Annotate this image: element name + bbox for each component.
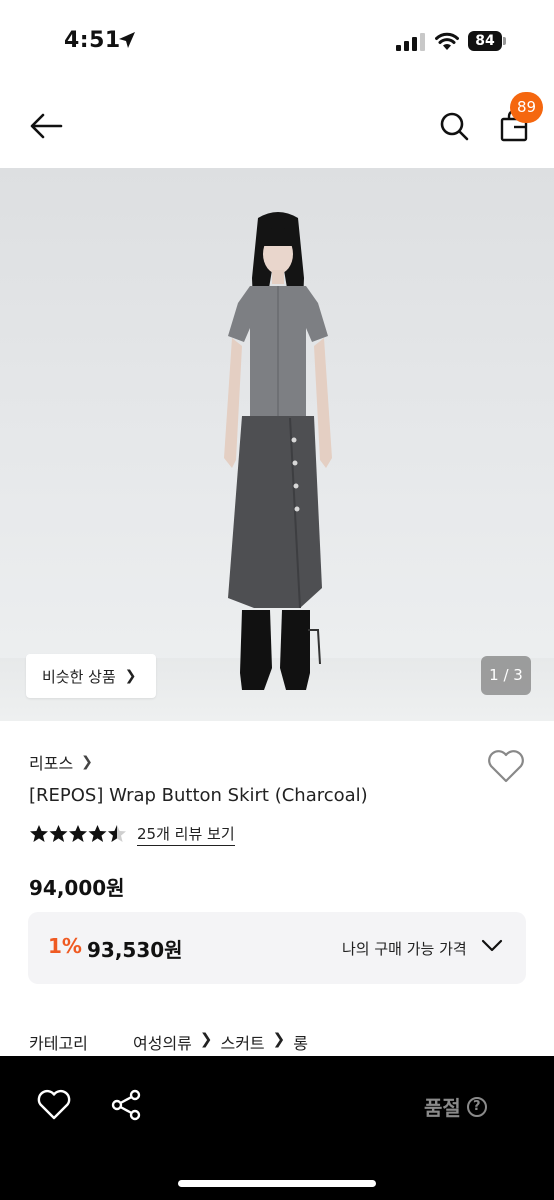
similar-products-label: 비슷한 상품 [42,667,116,686]
top-nav [0,84,554,168]
wifi-icon [435,32,459,50]
my-price-label: 나의 구매 가능 가격 [342,940,467,958]
category-label: 카테고리 [29,1034,88,1053]
chevron-right-icon: ❯ [81,754,93,770]
chevron-right-icon: ❯ [124,668,137,684]
category-item[interactable]: 스커트 [220,1030,264,1054]
image-page-indicator: 1 / 3 [481,656,531,695]
search-button[interactable] [434,104,474,148]
product-title: [REPOS] Wrap Button Skirt (Charcoal) [29,785,368,806]
bottom-wishlist-button[interactable] [36,1088,72,1122]
cellular-signal-icon [396,33,425,51]
heart-icon [488,750,524,783]
status-bar: 4:51 84 [0,0,554,84]
share-button[interactable] [108,1087,144,1123]
help-icon[interactable]: ? [466,1096,487,1117]
wishlist-button[interactable] [486,748,526,784]
back-arrow-icon [30,113,63,139]
star-rating-icon [30,825,126,842]
similar-products-button[interactable]: 비슷한 상품 ❯ [26,654,156,698]
heart-icon [37,1089,71,1120]
my-price-box[interactable]: 1% 93,530원 나의 구매 가능 가격 [28,912,526,984]
product-price: 94,000원 [29,876,125,900]
chevron-right-icon: ❯ [272,1030,286,1048]
battery-level: 84 [468,31,502,51]
rating-row: 25개 리뷰 보기 [29,823,235,846]
cart-count-badge: 89 [510,92,543,123]
search-icon [440,112,469,141]
brand-link[interactable]: 리포스 ❯ [29,750,93,774]
category-item[interactable]: 롱 [293,1030,308,1054]
category-row: 카테고리 여성의류 ❯ 스커트 ❯ 롱 [29,1030,308,1054]
model-figure [224,212,332,690]
discount-percent: 1% [48,934,82,958]
sold-out-label: 품절 [424,1096,461,1120]
share-icon [111,1089,141,1121]
bottom-action-bar: 품절 ? [0,1056,554,1200]
chevron-right-icon: ❯ [199,1030,213,1048]
home-indicator [178,1180,376,1187]
category-item[interactable]: 여성의류 [133,1030,192,1054]
review-link[interactable]: 25개 리뷰 보기 [137,823,235,846]
location-arrow-icon [119,32,135,48]
status-time: 4:51 [64,28,121,53]
back-button[interactable] [24,106,68,146]
sold-out-status: 품절 ? [424,1092,487,1121]
my-price-amount: 93,530원 [87,938,183,962]
product-image[interactable]: 비슷한 상품 ❯ 1 / 3 [0,168,554,721]
brand-name: 리포스 [29,754,74,773]
chevron-down-icon [481,939,503,952]
battery-tip [503,37,506,45]
